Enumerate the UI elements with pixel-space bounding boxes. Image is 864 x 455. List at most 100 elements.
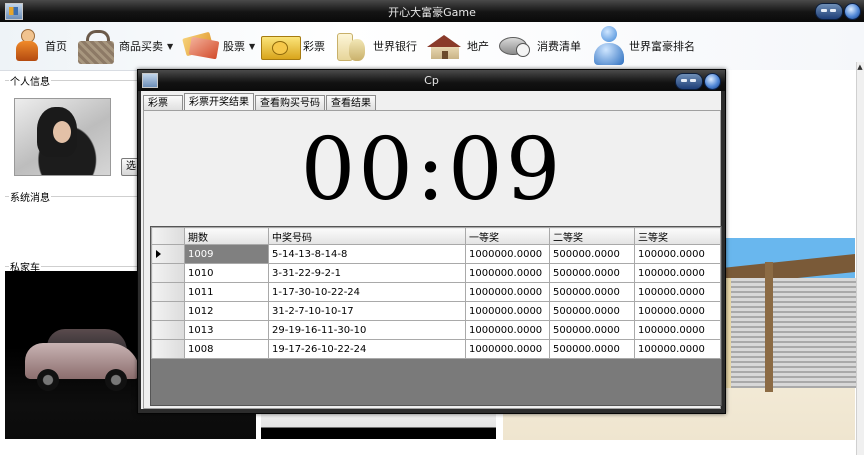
cell-third-prize[interactable]: 100000.0000 [634,244,721,264]
cell-second-prize[interactable]: 500000.0000 [549,282,635,302]
maximize-icon[interactable] [690,79,696,82]
row-header[interactable] [151,263,185,283]
cell-first-prize[interactable]: 1000000.0000 [465,320,550,340]
minimize-icon[interactable] [821,9,827,12]
system-messages-label: 系统消息 [9,189,51,204]
row-header[interactable] [151,339,185,359]
cell-second-prize[interactable]: 500000.0000 [549,244,635,264]
cell-second-prize[interactable]: 500000.0000 [549,320,635,340]
table-row[interactable]: 1009 5-14-13-8-14-8 1000000.0000 500000.… [151,244,721,264]
minimize-icon[interactable] [681,79,687,82]
table-row[interactable]: 1010 3-31-22-9-2-1 1000000.0000 500000.0… [151,263,721,283]
column-header-second-prize[interactable]: 二等奖 [549,227,635,245]
cell-first-prize[interactable]: 1000000.0000 [465,244,550,264]
cell-winning-numbers[interactable]: 29-19-16-11-30-10 [268,320,466,340]
tab-check-results[interactable]: 查看结果 [326,95,376,111]
cell-period[interactable]: 1012 [184,301,269,321]
row-header[interactable] [151,301,185,321]
dialog-tabs: 彩票 彩票开奖结果 查看购买号码 查看结果 [143,93,377,111]
row-header[interactable] [151,244,185,264]
cell-third-prize[interactable]: 100000.0000 [634,282,721,302]
cell-period[interactable]: 1013 [184,320,269,340]
maximize-icon[interactable] [830,9,836,12]
cell-first-prize[interactable]: 1000000.0000 [465,301,550,321]
toolbar-ranking[interactable]: 世界富豪排名 [592,22,695,70]
column-header-first-prize[interactable]: 一等奖 [465,227,550,245]
results-table: 期数 中奖号码 一等奖 二等奖 三等奖 1009 5-14-13-8-14-8 [151,227,721,359]
avatar [14,98,111,176]
cell-first-prize[interactable]: 1000000.0000 [465,339,550,359]
cell-second-prize[interactable]: 500000.0000 [549,339,635,359]
cell-period[interactable]: 1010 [184,263,269,283]
toolbar-ranking-label: 世界富豪排名 [629,40,695,53]
column-header-third-prize[interactable]: 三等奖 [634,227,721,245]
cell-first-prize[interactable]: 1000000.0000 [465,282,550,302]
cell-second-prize[interactable]: 500000.0000 [549,263,635,283]
table-header-row: 期数 中奖号码 一等奖 二等奖 三等奖 [151,227,721,245]
lottery-dialog: Cp 彩票 彩票开奖结果 查看购买号码 查看结果 00:09 期数 中奖号码 一… [137,69,726,414]
row-header[interactable] [151,320,185,340]
system-messages-group: 系统消息 [5,189,137,257]
scroll-up-icon[interactable]: ▲ [856,63,864,73]
header-corner[interactable] [151,227,185,245]
dialog-title: Cp [424,74,439,87]
dialog-window-controls [675,73,703,90]
toolbar-trade[interactable]: 商品买卖 ▼ [76,22,173,70]
cell-winning-numbers[interactable]: 1-17-30-10-22-24 [268,282,466,302]
money-bag-icon [334,27,370,65]
personal-info-label: 个人信息 [9,73,51,88]
cell-second-prize[interactable]: 500000.0000 [549,301,635,321]
toolbar-realestate-label: 地产 [467,40,489,53]
cell-period[interactable]: 1008 [184,339,269,359]
close-icon[interactable] [844,3,861,20]
cell-first-prize[interactable]: 1000000.0000 [465,263,550,283]
cell-winning-numbers[interactable]: 19-17-26-10-22-24 [268,339,466,359]
column-header-winning-numbers[interactable]: 中奖号码 [268,227,466,245]
toolbar-stock[interactable]: 股票 ▼ [180,22,255,70]
cell-winning-numbers[interactable]: 31-2-7-10-10-17 [268,301,466,321]
toolbar-realestate[interactable]: 地产 [424,22,489,70]
cell-third-prize[interactable]: 100000.0000 [634,301,721,321]
table-row[interactable]: 1008 19-17-26-10-22-24 1000000.0000 5000… [151,339,721,359]
decorative-strip-image [261,410,496,439]
tab-lottery[interactable]: 彩票 [143,95,183,111]
toolbar-expenses-label: 消费清单 [537,40,581,53]
cell-winning-numbers[interactable]: 5-14-13-8-14-8 [268,244,466,264]
handbag-icon [76,27,116,65]
cell-third-prize[interactable]: 100000.0000 [634,339,721,359]
user-rank-icon [592,25,626,67]
results-grid[interactable]: 期数 中奖号码 一等奖 二等奖 三等奖 1009 5-14-13-8-14-8 [150,226,722,406]
close-icon[interactable] [704,73,721,90]
cell-period[interactable]: 1011 [184,282,269,302]
tab-purchased-numbers[interactable]: 查看购买号码 [255,95,325,111]
cell-third-prize[interactable]: 100000.0000 [634,320,721,340]
toolbar-lottery-label: 彩票 [303,40,325,53]
main-toolbar: 首页 商品买卖 ▼ 股票 ▼ 彩票 世界银行 地产 消费清单 世界富豪排名 [0,22,864,71]
column-header-period[interactable]: 期数 [184,227,269,245]
toolbar-stock-label: 股票 [223,40,245,53]
vertical-scrollbar[interactable] [856,62,864,455]
toolbar-expenses[interactable]: 消费清单 [496,22,581,70]
current-row-arrow-icon [156,250,161,258]
shopping-list-icon [496,27,534,65]
window-title: 开心大富豪Game [388,6,476,19]
home-person-icon [12,27,42,65]
dialog-title-bar: Cp [138,70,725,91]
table-row[interactable]: 1012 31-2-7-10-10-17 1000000.0000 500000… [151,301,721,321]
row-header[interactable] [151,282,185,302]
draw-results-panel: 00:09 期数 中奖号码 一等奖 二等奖 三等奖 1009 5-14-13-8… [143,110,722,409]
table-row[interactable]: 1011 1-17-30-10-22-24 1000000.0000 50000… [151,282,721,302]
toolbar-bank[interactable]: 世界银行 [334,22,417,70]
toolbar-lottery[interactable]: 彩票 [260,22,325,70]
cell-period[interactable]: 1009 [184,244,269,264]
chevron-down-icon[interactable]: ▼ [167,42,173,51]
house-icon [424,27,464,65]
table-row[interactable]: 1013 29-19-16-11-30-10 1000000.0000 5000… [151,320,721,340]
toolbar-home[interactable]: 首页 [12,22,67,70]
chevron-down-icon[interactable]: ▼ [249,42,255,51]
cell-winning-numbers[interactable]: 3-31-22-9-2-1 [268,263,466,283]
countdown-timer: 00:09 [300,120,564,220]
cell-third-prize[interactable]: 100000.0000 [634,263,721,283]
toolbar-trade-label: 商品买卖 [119,40,163,53]
tab-draw-results[interactable]: 彩票开奖结果 [184,93,254,111]
